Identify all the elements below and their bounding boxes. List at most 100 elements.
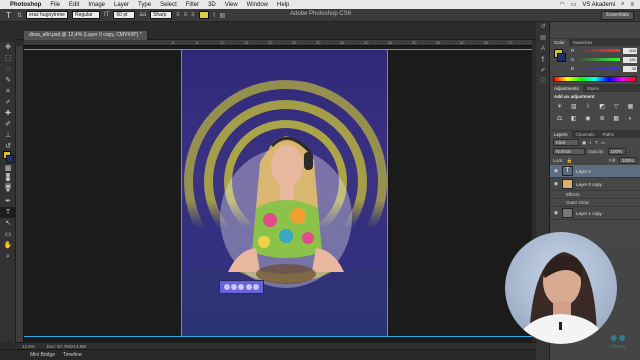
warp-text-icon[interactable]: ⌇ [213,12,216,19]
path-select-tool-icon[interactable]: ↖ [0,218,16,229]
lock-icon[interactable]: 🔒 [567,158,573,164]
layer-row[interactable]: ◉ T Layer 2 [550,165,640,178]
menu-list-icon[interactable]: ≡ [630,2,634,8]
opacity-field[interactable]: 100% [607,148,626,155]
layer-name[interactable]: Layer 1 copy [576,211,602,216]
menu-image[interactable]: Image [88,2,105,8]
search-icon[interactable]: ⌕ [621,1,624,8]
layer-kind-select[interactable]: Kind [553,139,579,146]
brightness-icon[interactable]: ☀ [554,103,565,112]
document-tab[interactable]: dirsa_afiri.psd @ 12,4% (Layer 0 copy, C… [24,31,148,40]
layer-name[interactable]: Layer 2 [576,169,591,174]
character-icon[interactable]: A [536,44,550,55]
color-bg-swatch[interactable] [557,53,566,62]
menu-window[interactable]: Window [247,2,268,8]
type-tool-icon[interactable]: T [0,207,16,218]
tab-color[interactable]: Color [550,39,569,46]
brush-preset-icon[interactable]: ✐ [536,66,550,77]
properties-icon[interactable]: ▤ [536,33,550,44]
menu-3d[interactable]: 3D [208,2,216,8]
eye-icon[interactable]: ◉ [553,181,559,187]
layer-name[interactable]: Effects [566,192,580,197]
align-left-icon[interactable]: ≡ [176,12,180,18]
fill-field[interactable]: 100% [619,157,637,164]
layer-row[interactable]: ◉ Layer 0 copy [550,178,640,191]
menu-layer[interactable]: Layer [114,2,129,8]
hand-tool-icon[interactable]: ✋ [0,240,16,251]
menu-help[interactable]: Help [277,2,289,8]
clone-stamp-tool-icon[interactable]: ⊥ [0,130,16,141]
menu-file[interactable]: File [50,2,60,8]
character-panel-icon[interactable]: ▤ [220,12,226,19]
channel-slider[interactable] [578,49,620,52]
quick-mask-icon[interactable]: ◙ [0,170,16,181]
channel-slider[interactable] [578,58,620,61]
pen-tool-icon[interactable]: ✒ [0,196,16,207]
balance-icon[interactable]: ⚖ [554,115,565,124]
layer-effects-row[interactable]: Effects [550,191,640,199]
menu-select[interactable]: Select [160,2,177,8]
tab-swatches[interactable]: Swatches [569,39,597,46]
tab-mini-bridge[interactable]: Mini Bridge [30,352,55,358]
text-color-swatch[interactable] [198,11,209,19]
channel-slider[interactable] [578,67,620,70]
mixer-icon[interactable]: ⊛ [597,115,608,124]
type-tool-icon[interactable]: T [4,11,13,20]
font-style-field[interactable]: Regular [72,11,101,19]
filter-pixel-icon[interactable]: ▣ [582,140,586,146]
eye-icon[interactable]: ◉ [553,168,559,174]
canvas-workspace[interactable] [24,46,532,342]
channel-value[interactable]: 181 [623,56,637,63]
eyedropper-tool-icon[interactable]: ⌿ [0,97,16,108]
antialias-field[interactable]: Sharp [150,11,173,19]
zoom-level[interactable]: 12,5% [22,344,35,349]
background-color-swatch[interactable] [6,155,14,163]
tab-styles[interactable]: Styles [583,85,603,92]
bw-icon[interactable]: ◧ [568,115,579,124]
shape-tool-icon[interactable]: ▭ [0,229,16,240]
filter-shape-icon[interactable]: ▭ [601,140,605,146]
document-canvas[interactable] [181,50,388,336]
photo-filter-icon[interactable]: ◉ [582,115,593,124]
brush-tool-icon[interactable]: ✐ [0,119,16,130]
filter-adjust-icon[interactable]: ◐ [589,140,592,145]
vibrance-icon[interactable]: ▽ [611,103,622,112]
channel-value[interactable]: 204 [623,47,637,54]
hue-icon[interactable]: ▦ [625,103,636,112]
tab-paths[interactable]: Paths [599,131,619,138]
paragraph-icon[interactable]: ¶ [536,55,550,66]
invert-icon[interactable]: ◐ [625,115,636,124]
layer-effect-outer-glow[interactable]: Outer Glow [550,199,640,207]
app-name[interactable]: Photoshop [10,2,41,8]
crop-tool-icon[interactable]: ⌗ [0,86,16,97]
align-right-icon[interactable]: ≡ [191,12,195,18]
healing-tool-icon[interactable]: ✚ [0,108,16,119]
channel-value[interactable]: 33 [623,65,637,72]
menu-view[interactable]: View [225,2,238,8]
layer-name[interactable]: Layer 0 copy [576,182,602,187]
tab-layers[interactable]: Layers [550,131,572,138]
menu-filter[interactable]: Filter [186,2,199,8]
eye-icon[interactable]: ◉ [553,210,559,216]
menu-type[interactable]: Type [138,2,151,8]
layer-row[interactable]: ◉ Layer 1 copy [550,207,640,220]
menu-edit[interactable]: Edit [69,2,79,8]
marquee-tool-icon[interactable]: ⬚ [0,53,16,64]
workspace-select[interactable]: Essentials [601,11,634,20]
guide-line[interactable] [24,336,532,337]
history-icon[interactable]: ↺ [536,22,550,33]
tab-channels[interactable]: Channels [572,131,599,138]
color-spectrum[interactable] [553,76,637,82]
curves-icon[interactable]: ⌇ [582,103,593,112]
screen-mode-icon[interactable]: ▣ [0,181,16,192]
font-size-field[interactable]: 60 pt [113,11,136,19]
wifi-icon[interactable]: ◠ [560,1,565,8]
tab-adjustments[interactable]: Adjustments [550,85,583,92]
document-size[interactable]: Doc: 97,7M/213,9M [47,344,86,349]
guide-line[interactable] [24,49,532,50]
quick-select-tool-icon[interactable]: ✎ [0,75,16,86]
orientation-icon[interactable]: ⇅ [17,12,22,19]
align-center-icon[interactable]: ≡ [184,12,188,18]
tab-timeline[interactable]: Timeline [63,352,82,358]
user-name[interactable]: VS Akademi [582,2,615,8]
